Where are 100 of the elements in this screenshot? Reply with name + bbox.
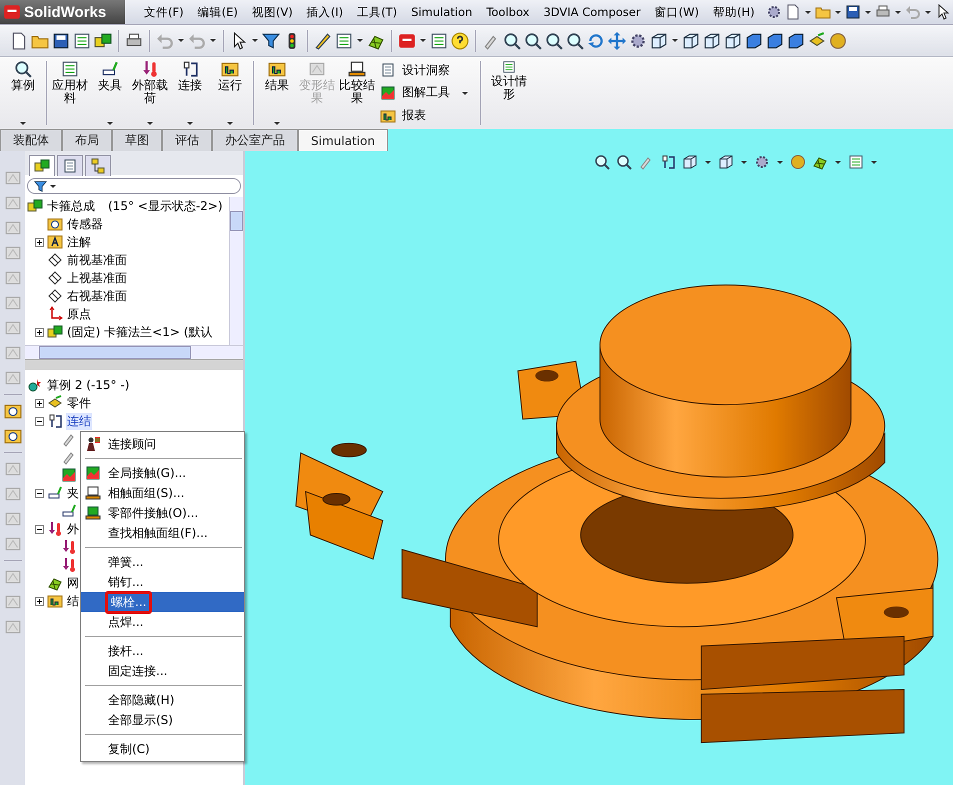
menu-item[interactable]: 螺栓... [81, 592, 244, 612]
sphere-icon[interactable] [829, 32, 847, 50]
tree-item[interactable]: 传感器 [66, 216, 104, 232]
shaded-cube-icon[interactable] [787, 32, 805, 50]
menu-item[interactable]: 编辑(E) [190, 4, 245, 20]
menu-item[interactable]: 全局接触(G)... [81, 463, 244, 483]
feature-tree-tab-icon[interactable] [34, 158, 50, 174]
expand-icon[interactable] [35, 596, 44, 606]
menu-item[interactable]: Simulation [404, 4, 480, 20]
caret-icon[interactable] [834, 10, 842, 14]
fixture-icon[interactable] [61, 503, 77, 519]
ribbon-button[interactable]: 应用材料 [50, 57, 90, 129]
menu-item[interactable]: 帮助(H) [706, 4, 762, 20]
configuration-tab-icon[interactable] [90, 158, 106, 174]
caret-icon[interactable] [924, 10, 932, 14]
collapse-icon[interactable] [35, 488, 44, 498]
ribbon-button[interactable]: 算例 [3, 57, 43, 129]
filter-field[interactable] [27, 178, 241, 194]
caret-icon[interactable] [177, 38, 185, 43]
caret-icon[interactable] [671, 38, 679, 43]
new-document-icon[interactable] [10, 32, 28, 50]
vertical-scrollbar[interactable] [229, 197, 243, 345]
ribbon-button[interactable]: 连接 [170, 57, 210, 129]
gear-icon[interactable] [629, 32, 647, 50]
tree-item[interactable]: 结 [66, 592, 80, 610]
fixture-icon[interactable] [47, 485, 63, 501]
caret-icon[interactable] [356, 38, 364, 43]
cube-icon[interactable] [682, 154, 698, 170]
menu-item[interactable]: Toolbox [479, 4, 536, 20]
tree-item[interactable]: 右视基准面 [66, 288, 128, 304]
rotate-icon[interactable] [587, 32, 605, 50]
caret-icon[interactable] [740, 160, 748, 164]
logo-icon[interactable] [398, 32, 416, 50]
cube-icon[interactable] [718, 154, 734, 170]
menu-item[interactable]: 插入(I) [300, 4, 350, 20]
menu-item[interactable]: 全部显示(S) [81, 710, 244, 730]
sensor-folder-icon[interactable] [4, 427, 22, 445]
menu-item[interactable]: 固定连接... [81, 661, 244, 681]
ribbon-button[interactable]: 运行 [210, 57, 250, 129]
cube-icon[interactable] [682, 32, 700, 50]
sensor-folder-icon[interactable] [47, 216, 63, 232]
tree-item[interactable]: 原点 [66, 306, 92, 322]
assembly-icon[interactable] [27, 198, 43, 214]
load-icon[interactable] [47, 521, 63, 537]
assembly-icon[interactable] [94, 32, 112, 50]
zoom-icon[interactable] [594, 154, 610, 170]
caret-icon[interactable] [804, 10, 812, 14]
plane-icon[interactable] [47, 270, 63, 286]
gear-icon[interactable] [766, 4, 782, 20]
new-document-icon[interactable] [784, 4, 801, 20]
checklist-icon[interactable] [73, 32, 91, 50]
caret-icon[interactable] [776, 160, 784, 164]
menu-item[interactable]: 零部件接触(O)... [81, 503, 244, 523]
menu-item[interactable]: 视图(V) [244, 4, 300, 20]
ribbon-button[interactable]: 图解工具 [377, 83, 453, 102]
ribbon-button[interactable]: 比较结果 [337, 57, 377, 129]
help-icon[interactable] [451, 32, 469, 50]
caret-icon[interactable] [419, 38, 427, 43]
zoom-icon[interactable] [503, 32, 521, 50]
checklist-icon[interactable] [848, 154, 864, 170]
tree-item[interactable]: 注解 [66, 234, 92, 250]
ribbon-button[interactable]: 外部载荷 [130, 57, 170, 129]
caret-icon[interactable] [870, 160, 878, 164]
tree-item[interactable]: 零件 [66, 394, 92, 412]
move-arrows-icon[interactable] [608, 32, 626, 50]
ribbon-button[interactable]: 设计情形 [484, 57, 534, 129]
zoom-icon[interactable] [566, 32, 584, 50]
menu-item[interactable]: 接杆... [81, 641, 244, 661]
zoom-icon[interactable] [616, 154, 632, 170]
tab[interactable]: 草图 [112, 129, 162, 151]
ribbon-button[interactable]: 报表 [377, 106, 453, 126]
menu-item[interactable]: 点焊... [81, 612, 244, 632]
origin-axes-icon[interactable] [47, 306, 63, 322]
tree-item[interactable]: 网 [66, 574, 80, 592]
ribbon-button[interactable]: 设计洞察 [377, 60, 453, 80]
plane-icon[interactable] [47, 252, 63, 268]
collapse-icon[interactable] [35, 524, 44, 534]
tab[interactable]: 办公室产品 [212, 129, 298, 151]
tab[interactable]: 布局 [62, 129, 112, 151]
tree-item[interactable]: 前视基准面 [66, 252, 128, 268]
menu-item[interactable]: 工具(T) [350, 4, 404, 20]
ribbon-button[interactable]: 夹具 [90, 57, 130, 129]
horizontal-scrollbar[interactable] [25, 345, 243, 359]
expand-icon[interactable] [35, 328, 44, 336]
save-icon[interactable] [52, 32, 70, 50]
menu-item[interactable]: 窗口(W) [648, 4, 706, 20]
tree-item[interactable]: 卡箍总成 [46, 198, 96, 214]
load-icon[interactable] [61, 557, 77, 573]
menu-item[interactable]: 文件(F) [137, 4, 191, 20]
caret-icon[interactable] [704, 160, 712, 164]
tab[interactable]: 评估 [162, 129, 212, 151]
menu-item[interactable]: 连接顾问 [81, 434, 244, 454]
tab[interactable]: 装配体 [0, 129, 62, 151]
connector-icon[interactable] [47, 413, 63, 429]
expand-icon[interactable] [35, 398, 44, 408]
cube-icon[interactable] [650, 32, 668, 50]
caret-icon[interactable] [834, 160, 842, 164]
menu-item[interactable]: 相触面组(S)... [81, 483, 244, 503]
menu-item[interactable]: 3DVIA Composer [536, 4, 648, 20]
pencil-icon[interactable] [314, 32, 332, 50]
